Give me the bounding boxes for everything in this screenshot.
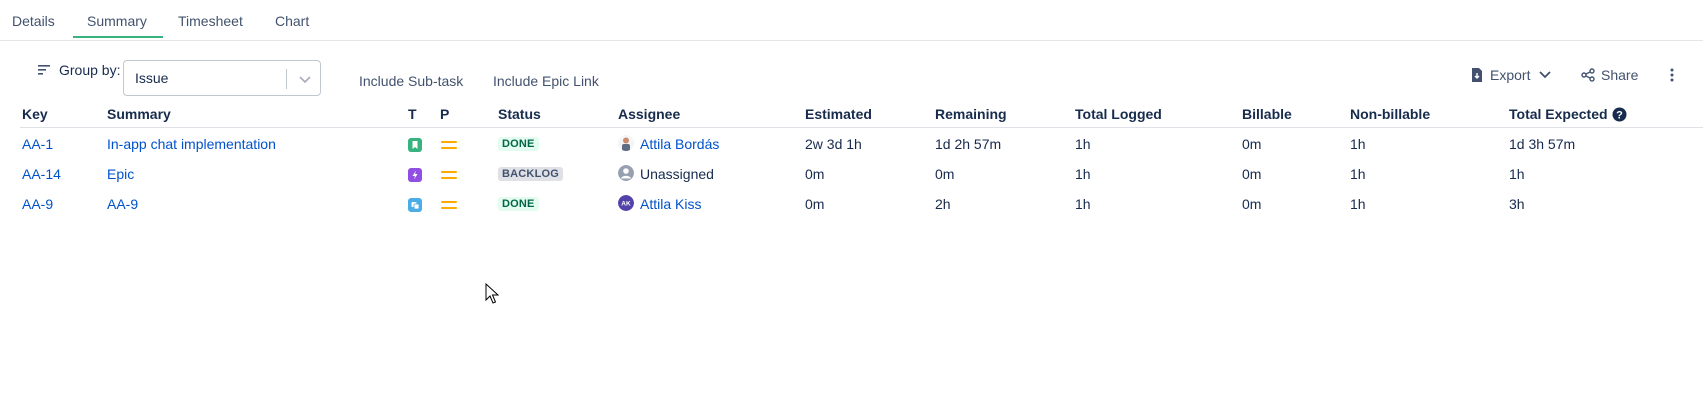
group-by-select[interactable]: Issue bbox=[123, 60, 321, 96]
export-button[interactable]: Export bbox=[1470, 67, 1552, 83]
column-header-remaining[interactable]: Remaining bbox=[935, 106, 1007, 122]
avatar bbox=[618, 135, 634, 151]
include-epic-link-toggle[interactable]: Include Epic Link bbox=[493, 73, 599, 89]
issue-summary-link[interactable]: Epic bbox=[107, 166, 134, 182]
more-options-icon[interactable] bbox=[1668, 67, 1676, 83]
column-header-estimated[interactable]: Estimated bbox=[805, 106, 872, 122]
tab-timesheet[interactable]: Timesheet bbox=[178, 13, 243, 29]
export-label: Export bbox=[1490, 67, 1531, 83]
svg-text:?: ? bbox=[1616, 110, 1623, 122]
share-icon bbox=[1581, 68, 1595, 82]
total-expected-value: 1h bbox=[1509, 166, 1525, 182]
estimated-value: 0m bbox=[805, 166, 825, 182]
story-icon bbox=[408, 138, 422, 152]
non-billable-value: 1h bbox=[1350, 166, 1366, 182]
issue-key-link[interactable]: AA-1 bbox=[22, 136, 53, 152]
total-logged-value: 1h bbox=[1075, 136, 1091, 152]
issue-key-link[interactable]: AA-9 bbox=[22, 196, 53, 212]
column-header-summary[interactable]: Summary bbox=[107, 106, 171, 122]
estimated-value: 2w 3d 1h bbox=[805, 136, 862, 152]
status-badge: BACKLOG bbox=[498, 167, 564, 181]
tab-details[interactable]: Details bbox=[12, 13, 55, 29]
column-header-non-billable[interactable]: Non-billable bbox=[1350, 106, 1430, 122]
assignee-link[interactable]: Attila Bordás bbox=[640, 136, 719, 152]
tab-bar: Details Summary Timesheet Chart bbox=[0, 0, 1703, 41]
total-logged-value: 1h bbox=[1075, 196, 1091, 212]
status-badge: DONE bbox=[498, 197, 539, 211]
chevron-down-icon[interactable] bbox=[296, 70, 314, 88]
priority-medium-icon bbox=[441, 169, 457, 181]
column-header-status[interactable]: Status bbox=[498, 106, 541, 122]
total-expected-value: 3h bbox=[1509, 196, 1525, 212]
select-divider bbox=[286, 69, 287, 89]
help-icon[interactable]: ? bbox=[1612, 107, 1627, 122]
column-header-total-expected[interactable]: Total Expected bbox=[1509, 106, 1608, 122]
column-header-key[interactable]: Key bbox=[22, 106, 48, 122]
assignee-link[interactable]: Attila Kiss bbox=[640, 196, 701, 212]
estimated-value: 0m bbox=[805, 196, 825, 212]
unassigned-avatar-icon bbox=[618, 165, 634, 181]
mouse-cursor-icon bbox=[485, 283, 499, 304]
remaining-value: 1d 2h 57m bbox=[935, 136, 1002, 152]
column-header-assignee[interactable]: Assignee bbox=[618, 106, 680, 122]
task-icon bbox=[408, 198, 422, 212]
issue-summary-link[interactable]: In-app chat implementation bbox=[107, 136, 276, 152]
billable-value: 0m bbox=[1242, 166, 1262, 182]
remaining-value: 2h bbox=[935, 196, 951, 212]
epic-icon bbox=[408, 168, 422, 182]
avatar-initials: AK bbox=[621, 201, 631, 208]
group-by-value: Issue bbox=[135, 70, 169, 86]
sort-icon bbox=[38, 65, 50, 75]
priority-medium-icon bbox=[441, 199, 457, 211]
column-header-priority[interactable]: P bbox=[440, 106, 449, 122]
active-tab-indicator bbox=[73, 36, 163, 38]
avatar: AK bbox=[618, 195, 634, 211]
chevron-down-icon bbox=[1539, 71, 1552, 79]
non-billable-value: 1h bbox=[1350, 196, 1366, 212]
column-header-total-logged[interactable]: Total Logged bbox=[1075, 106, 1162, 122]
share-button[interactable]: Share bbox=[1581, 67, 1638, 83]
status-badge: DONE bbox=[498, 137, 539, 151]
total-logged-value: 1h bbox=[1075, 166, 1091, 182]
share-label: Share bbox=[1601, 67, 1639, 83]
remaining-value: 0m bbox=[935, 166, 955, 182]
priority-medium-icon bbox=[441, 139, 457, 151]
non-billable-value: 1h bbox=[1350, 136, 1366, 152]
issue-summary-link[interactable]: AA-9 bbox=[107, 196, 138, 212]
issue-key-link[interactable]: AA-14 bbox=[22, 166, 61, 182]
tab-chart[interactable]: Chart bbox=[275, 13, 309, 29]
include-subtask-toggle[interactable]: Include Sub-task bbox=[359, 73, 463, 89]
export-file-icon bbox=[1472, 68, 1482, 82]
billable-value: 0m bbox=[1242, 136, 1262, 152]
column-header-type[interactable]: T bbox=[408, 106, 417, 122]
column-header-billable[interactable]: Billable bbox=[1242, 106, 1292, 122]
group-by-control: Group by: bbox=[37, 62, 120, 78]
group-by-label: Group by: bbox=[59, 62, 121, 78]
assignee-text: Unassigned bbox=[640, 166, 714, 182]
billable-value: 0m bbox=[1242, 196, 1262, 212]
header-divider bbox=[20, 127, 1703, 128]
total-expected-value: 1d 3h 57m bbox=[1509, 136, 1576, 152]
tab-summary[interactable]: Summary bbox=[87, 13, 147, 29]
